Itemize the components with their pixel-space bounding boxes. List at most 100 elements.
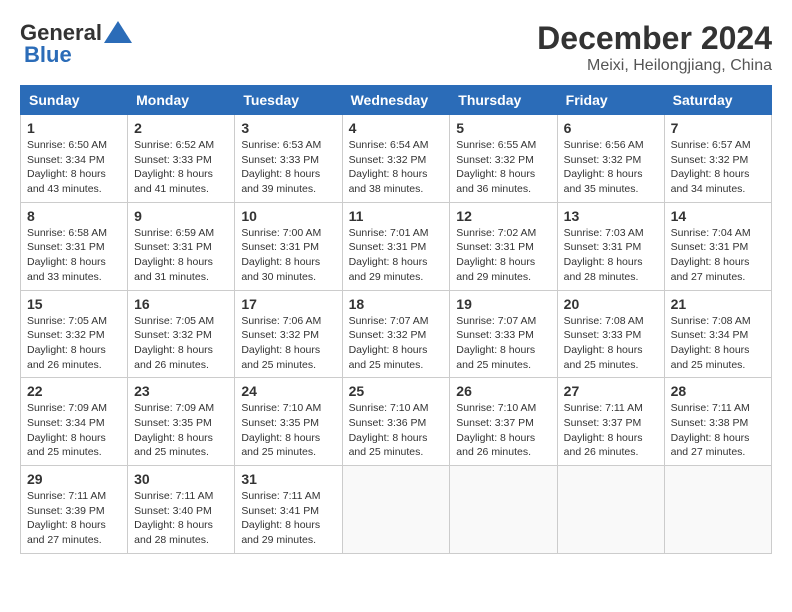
day-info: Sunrise: 6:53 AM Sunset: 3:33 PM Dayligh… — [241, 138, 335, 197]
day-info: Sunrise: 7:08 AM Sunset: 3:33 PM Dayligh… — [564, 314, 658, 373]
header-tuesday: Tuesday — [235, 86, 342, 115]
day-number: 17 — [241, 296, 335, 312]
day-info: Sunrise: 7:04 AM Sunset: 3:31 PM Dayligh… — [671, 226, 765, 285]
day-cell-27: 27 Sunrise: 7:11 AM Sunset: 3:37 PM Dayl… — [557, 378, 664, 466]
calendar-week-row: 15 Sunrise: 7:05 AM Sunset: 3:32 PM Dayl… — [21, 290, 772, 378]
day-info: Sunrise: 6:58 AM Sunset: 3:31 PM Dayligh… — [27, 226, 121, 285]
day-number: 29 — [27, 471, 121, 487]
day-cell-3: 3 Sunrise: 6:53 AM Sunset: 3:33 PM Dayli… — [235, 115, 342, 203]
day-number: 6 — [564, 120, 658, 136]
day-cell-22: 22 Sunrise: 7:09 AM Sunset: 3:34 PM Dayl… — [21, 378, 128, 466]
day-number: 10 — [241, 208, 335, 224]
day-number: 15 — [27, 296, 121, 312]
day-info: Sunrise: 6:56 AM Sunset: 3:32 PM Dayligh… — [564, 138, 658, 197]
day-number: 2 — [134, 120, 228, 136]
day-info: Sunrise: 7:10 AM Sunset: 3:37 PM Dayligh… — [456, 401, 550, 460]
day-number: 24 — [241, 383, 335, 399]
day-info: Sunrise: 7:07 AM Sunset: 3:33 PM Dayligh… — [456, 314, 550, 373]
header-friday: Friday — [557, 86, 664, 115]
header-monday: Monday — [128, 86, 235, 115]
day-cell-8: 8 Sunrise: 6:58 AM Sunset: 3:31 PM Dayli… — [21, 202, 128, 290]
main-title: December 2024 — [537, 20, 772, 57]
day-cell-14: 14 Sunrise: 7:04 AM Sunset: 3:31 PM Dayl… — [664, 202, 771, 290]
day-number: 7 — [671, 120, 765, 136]
day-info: Sunrise: 7:11 AM Sunset: 3:39 PM Dayligh… — [27, 489, 121, 548]
day-number: 12 — [456, 208, 550, 224]
day-cell-15: 15 Sunrise: 7:05 AM Sunset: 3:32 PM Dayl… — [21, 290, 128, 378]
sub-title: Meixi, Heilongjiang, China — [537, 57, 772, 75]
day-cell-18: 18 Sunrise: 7:07 AM Sunset: 3:32 PM Dayl… — [342, 290, 450, 378]
day-number: 4 — [349, 120, 444, 136]
day-cell-5: 5 Sunrise: 6:55 AM Sunset: 3:32 PM Dayli… — [450, 115, 557, 203]
day-cell-9: 9 Sunrise: 6:59 AM Sunset: 3:31 PM Dayli… — [128, 202, 235, 290]
day-number: 8 — [27, 208, 121, 224]
empty-cell — [450, 466, 557, 554]
day-info: Sunrise: 6:57 AM Sunset: 3:32 PM Dayligh… — [671, 138, 765, 197]
day-info: Sunrise: 7:11 AM Sunset: 3:40 PM Dayligh… — [134, 489, 228, 548]
day-info: Sunrise: 7:06 AM Sunset: 3:32 PM Dayligh… — [241, 314, 335, 373]
day-info: Sunrise: 7:02 AM Sunset: 3:31 PM Dayligh… — [456, 226, 550, 285]
day-number: 27 — [564, 383, 658, 399]
header-saturday: Saturday — [664, 86, 771, 115]
weekday-header-row: Sunday Monday Tuesday Wednesday Thursday… — [21, 86, 772, 115]
day-info: Sunrise: 6:54 AM Sunset: 3:32 PM Dayligh… — [349, 138, 444, 197]
empty-cell — [557, 466, 664, 554]
logo-icon — [104, 21, 132, 43]
day-number: 23 — [134, 383, 228, 399]
day-number: 31 — [241, 471, 335, 487]
day-info: Sunrise: 6:59 AM Sunset: 3:31 PM Dayligh… — [134, 226, 228, 285]
day-info: Sunrise: 7:07 AM Sunset: 3:32 PM Dayligh… — [349, 314, 444, 373]
day-info: Sunrise: 7:10 AM Sunset: 3:36 PM Dayligh… — [349, 401, 444, 460]
day-info: Sunrise: 7:11 AM Sunset: 3:37 PM Dayligh… — [564, 401, 658, 460]
title-block: December 2024 Meixi, Heilongjiang, China — [537, 20, 772, 75]
header-thursday: Thursday — [450, 86, 557, 115]
calendar-table: Sunday Monday Tuesday Wednesday Thursday… — [20, 85, 772, 554]
day-cell-12: 12 Sunrise: 7:02 AM Sunset: 3:31 PM Dayl… — [450, 202, 557, 290]
day-number: 1 — [27, 120, 121, 136]
header-wednesday: Wednesday — [342, 86, 450, 115]
day-number: 3 — [241, 120, 335, 136]
day-cell-1: 1 Sunrise: 6:50 AM Sunset: 3:34 PM Dayli… — [21, 115, 128, 203]
day-info: Sunrise: 7:00 AM Sunset: 3:31 PM Dayligh… — [241, 226, 335, 285]
day-cell-2: 2 Sunrise: 6:52 AM Sunset: 3:33 PM Dayli… — [128, 115, 235, 203]
logo-blue: Blue — [24, 42, 72, 68]
day-cell-7: 7 Sunrise: 6:57 AM Sunset: 3:32 PM Dayli… — [664, 115, 771, 203]
day-cell-6: 6 Sunrise: 6:56 AM Sunset: 3:32 PM Dayli… — [557, 115, 664, 203]
day-info: Sunrise: 7:11 AM Sunset: 3:38 PM Dayligh… — [671, 401, 765, 460]
day-cell-26: 26 Sunrise: 7:10 AM Sunset: 3:37 PM Dayl… — [450, 378, 557, 466]
calendar-week-row: 22 Sunrise: 7:09 AM Sunset: 3:34 PM Dayl… — [21, 378, 772, 466]
day-number: 22 — [27, 383, 121, 399]
day-info: Sunrise: 7:05 AM Sunset: 3:32 PM Dayligh… — [27, 314, 121, 373]
day-cell-20: 20 Sunrise: 7:08 AM Sunset: 3:33 PM Dayl… — [557, 290, 664, 378]
empty-cell — [664, 466, 771, 554]
page-header: General Blue December 2024 Meixi, Heilon… — [20, 20, 772, 75]
day-number: 19 — [456, 296, 550, 312]
day-cell-13: 13 Sunrise: 7:03 AM Sunset: 3:31 PM Dayl… — [557, 202, 664, 290]
day-info: Sunrise: 7:09 AM Sunset: 3:34 PM Dayligh… — [27, 401, 121, 460]
logo: General Blue — [20, 20, 132, 68]
calendar-week-row: 8 Sunrise: 6:58 AM Sunset: 3:31 PM Dayli… — [21, 202, 772, 290]
header-sunday: Sunday — [21, 86, 128, 115]
calendar-week-row: 1 Sunrise: 6:50 AM Sunset: 3:34 PM Dayli… — [21, 115, 772, 203]
day-number: 20 — [564, 296, 658, 312]
day-cell-29: 29 Sunrise: 7:11 AM Sunset: 3:39 PM Dayl… — [21, 466, 128, 554]
day-cell-11: 11 Sunrise: 7:01 AM Sunset: 3:31 PM Dayl… — [342, 202, 450, 290]
day-number: 18 — [349, 296, 444, 312]
day-number: 21 — [671, 296, 765, 312]
day-info: Sunrise: 7:03 AM Sunset: 3:31 PM Dayligh… — [564, 226, 658, 285]
day-number: 5 — [456, 120, 550, 136]
day-info: Sunrise: 6:50 AM Sunset: 3:34 PM Dayligh… — [27, 138, 121, 197]
day-info: Sunrise: 7:08 AM Sunset: 3:34 PM Dayligh… — [671, 314, 765, 373]
day-info: Sunrise: 7:05 AM Sunset: 3:32 PM Dayligh… — [134, 314, 228, 373]
day-number: 14 — [671, 208, 765, 224]
day-cell-23: 23 Sunrise: 7:09 AM Sunset: 3:35 PM Dayl… — [128, 378, 235, 466]
day-info: Sunrise: 6:52 AM Sunset: 3:33 PM Dayligh… — [134, 138, 228, 197]
day-cell-28: 28 Sunrise: 7:11 AM Sunset: 3:38 PM Dayl… — [664, 378, 771, 466]
day-number: 30 — [134, 471, 228, 487]
day-cell-30: 30 Sunrise: 7:11 AM Sunset: 3:40 PM Dayl… — [128, 466, 235, 554]
day-cell-4: 4 Sunrise: 6:54 AM Sunset: 3:32 PM Dayli… — [342, 115, 450, 203]
day-info: Sunrise: 7:10 AM Sunset: 3:35 PM Dayligh… — [241, 401, 335, 460]
day-number: 11 — [349, 208, 444, 224]
day-number: 25 — [349, 383, 444, 399]
day-info: Sunrise: 7:09 AM Sunset: 3:35 PM Dayligh… — [134, 401, 228, 460]
